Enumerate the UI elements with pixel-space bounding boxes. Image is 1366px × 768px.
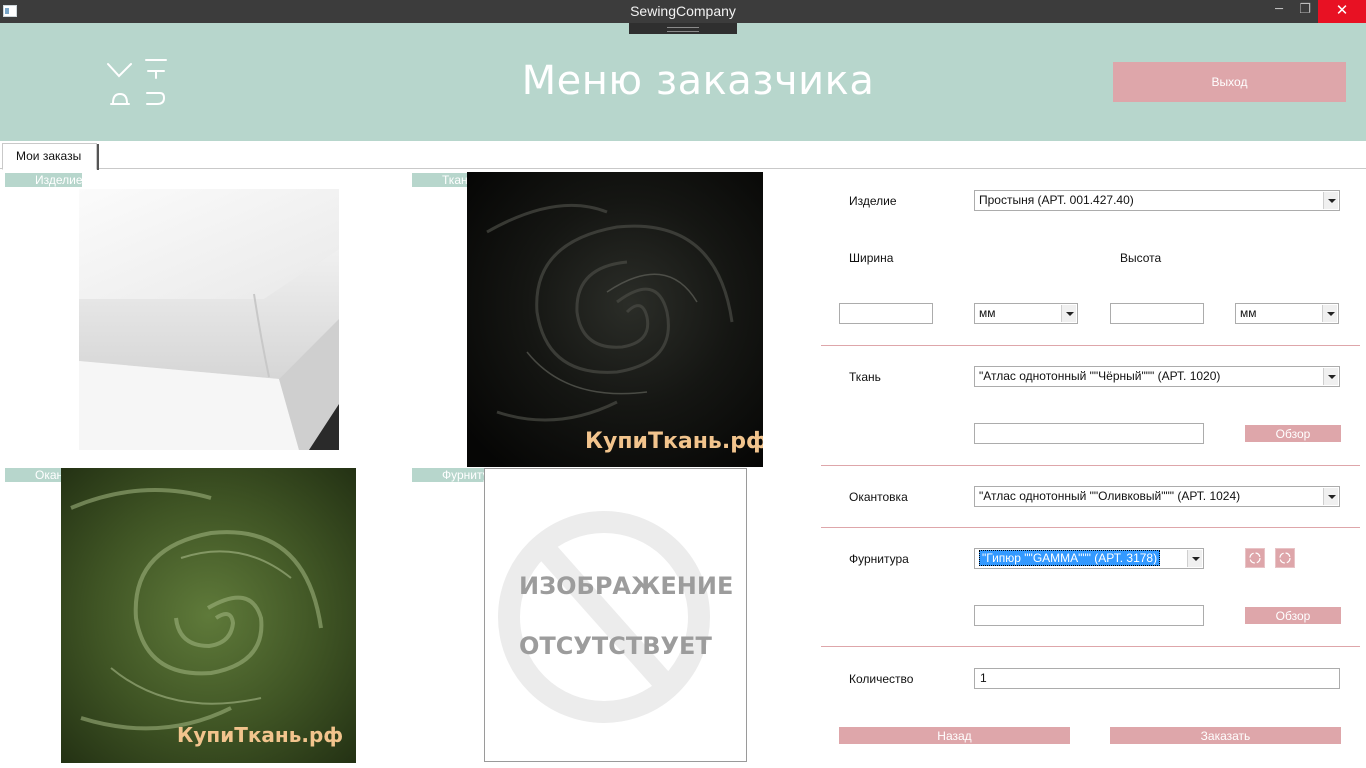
product-combobox-value: Простыня (АРТ. 001.427.40) xyxy=(979,193,1134,207)
close-button[interactable]: ✕ xyxy=(1318,0,1366,23)
window-title: SewingCompany xyxy=(630,3,736,19)
width-input[interactable] xyxy=(839,303,933,324)
fabric-browse-button[interactable]: Обзор xyxy=(1245,425,1341,442)
edging-watermark: КупиТкань.рф xyxy=(177,723,343,747)
edging-image: КупиТкань.рф xyxy=(61,468,356,763)
fittings-image: ИЗОБРАЖЕНИЕ ОТСУТСТВУЕТ xyxy=(484,468,747,762)
edging-combobox-value: "Атлас однотонный ""Оливковый""" (АРТ. 1… xyxy=(979,489,1241,503)
refresh-icon xyxy=(1279,552,1291,564)
height-unit-value: мм xyxy=(1240,306,1257,320)
fittings-label: Фурнитура xyxy=(849,552,909,566)
product-combobox[interactable]: Простыня (АРТ. 001.427.40) xyxy=(974,190,1340,211)
no-image-line2: ОТСУТСТВУЕТ xyxy=(519,632,712,660)
section-divider xyxy=(821,465,1360,466)
fittings-path-input[interactable] xyxy=(974,605,1204,626)
fabric-path-input[interactable] xyxy=(974,423,1204,444)
fabric-image: КупиТкань.рф xyxy=(467,172,763,467)
chevron-down-icon[interactable] xyxy=(1061,305,1076,322)
window-titlebar: SewingCompany ─ ❐ ✕ xyxy=(0,0,1366,23)
chevron-down-icon[interactable] xyxy=(1323,192,1338,209)
fittings-combobox[interactable]: "Гипюр ""GAMMA""" (АРТ. 3178) xyxy=(974,548,1204,569)
back-button[interactable]: Назад xyxy=(839,727,1070,744)
section-divider xyxy=(821,527,1360,528)
chevron-down-icon[interactable] xyxy=(1323,368,1338,385)
fabric-image-label: Ткань xyxy=(412,173,474,187)
section-divider xyxy=(821,345,1360,346)
product-image-label: Изделие xyxy=(5,173,82,187)
edging-label: Окантовка xyxy=(849,490,908,504)
quantity-label: Количество xyxy=(849,672,914,686)
tab-strip: Мои заказы xyxy=(0,141,1366,170)
width-unit-value: мм xyxy=(979,306,996,320)
section-divider xyxy=(821,646,1360,647)
edging-combobox[interactable]: "Атлас однотонный ""Оливковый""" (АРТ. 1… xyxy=(974,486,1340,507)
add-fittings-button[interactable] xyxy=(1275,548,1295,568)
minimize-button[interactable]: ─ xyxy=(1266,0,1292,23)
width-label: Ширина xyxy=(849,251,894,265)
width-unit-combobox[interactable]: мм xyxy=(974,303,1078,324)
refresh-icon xyxy=(1249,552,1261,564)
fittings-browse-button[interactable]: Обзор xyxy=(1245,607,1341,624)
tab-my-orders[interactable]: Мои заказы xyxy=(2,143,99,170)
fabric-combobox[interactable]: "Атлас однотонный ""Чёрный""" (АРТ. 1020… xyxy=(974,366,1340,387)
fabric-combobox-value: "Атлас однотонный ""Чёрный""" (АРТ. 1020… xyxy=(979,369,1221,383)
titlebar-grip[interactable] xyxy=(629,23,737,34)
fittings-combobox-value: "Гипюр ""GAMMA""" (АРТ. 3178) xyxy=(979,550,1161,566)
chevron-down-icon[interactable] xyxy=(1322,305,1337,322)
chevron-down-icon[interactable] xyxy=(1187,550,1202,567)
chevron-down-icon[interactable] xyxy=(1323,488,1338,505)
product-image xyxy=(79,189,339,450)
fabric-label: Ткань xyxy=(849,370,881,384)
header-bar: Меню заказчика Выход xyxy=(0,23,1366,141)
product-label: Изделие xyxy=(849,194,897,208)
exit-button[interactable]: Выход xyxy=(1113,62,1346,102)
clear-fittings-button[interactable] xyxy=(1245,548,1265,568)
height-input[interactable] xyxy=(1110,303,1204,324)
height-label: Высота xyxy=(1120,251,1162,265)
no-image-line1: ИЗОБРАЖЕНИЕ xyxy=(519,572,733,600)
order-button[interactable]: Заказать xyxy=(1110,727,1341,744)
fabric-watermark: КупиТкань.рф xyxy=(585,429,763,454)
maximize-button[interactable]: ❐ xyxy=(1292,0,1318,23)
height-unit-combobox[interactable]: мм xyxy=(1235,303,1339,324)
quantity-input[interactable]: 1 xyxy=(974,668,1340,689)
